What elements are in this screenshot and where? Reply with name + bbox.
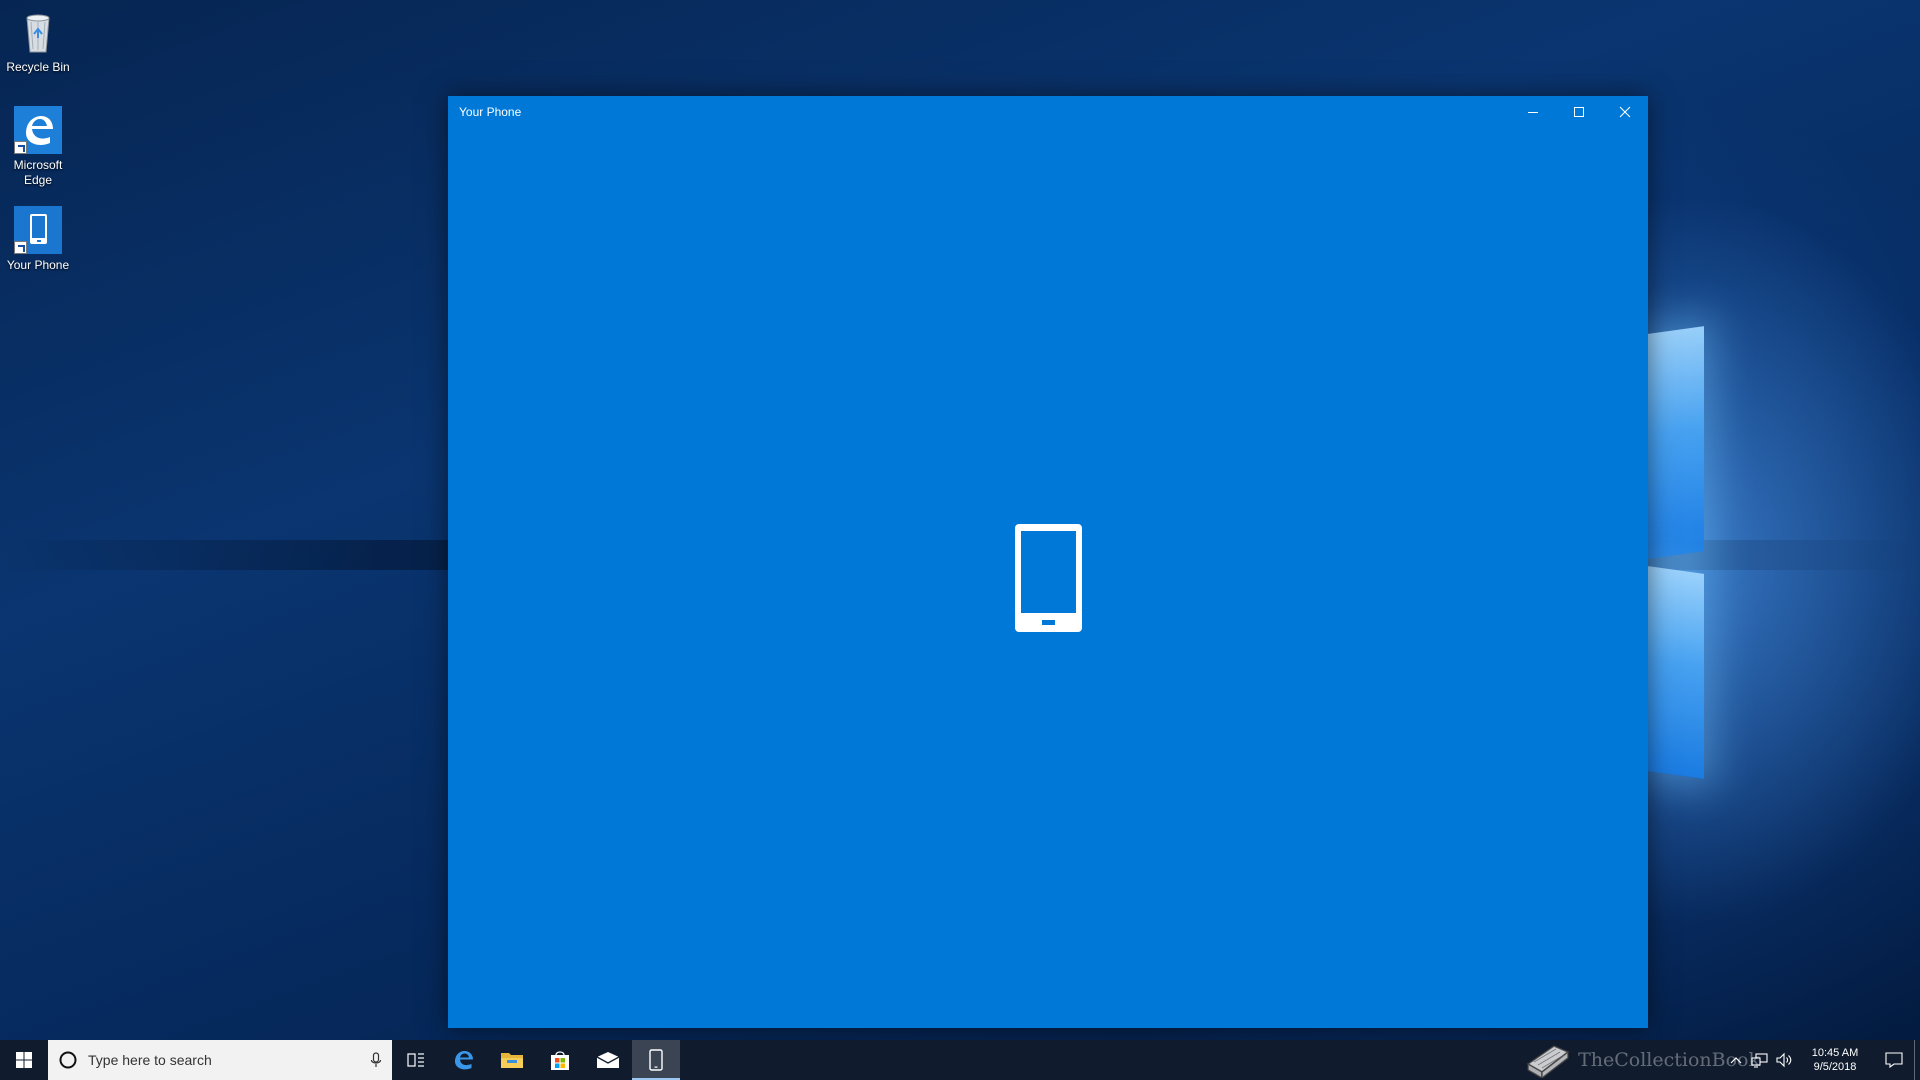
taskbar: 10:45 AM 9/5/2018 bbox=[0, 1040, 1920, 1080]
taskbar-mail-button[interactable] bbox=[584, 1040, 632, 1080]
desktop-icon-microsoft-edge[interactable]: Microsoft Edge bbox=[4, 106, 72, 188]
shortcut-arrow-icon bbox=[14, 241, 27, 254]
system-tray: 10:45 AM 9/5/2018 bbox=[1724, 1040, 1920, 1080]
wallpaper-logo-pane-top bbox=[1648, 326, 1704, 559]
volume-button[interactable] bbox=[1772, 1040, 1796, 1080]
microphone-icon bbox=[370, 1052, 382, 1067]
search-input[interactable] bbox=[78, 1040, 360, 1080]
cortana-circle-icon bbox=[59, 1051, 77, 1069]
desktop-icon-label: Microsoft Edge bbox=[13, 158, 63, 187]
start-button[interactable] bbox=[0, 1040, 48, 1080]
edge-icon bbox=[14, 106, 62, 154]
window-title: Your Phone bbox=[459, 105, 522, 119]
desktop-icon-label: Recycle Bin bbox=[6, 60, 70, 74]
network-button[interactable] bbox=[1748, 1040, 1772, 1080]
taskbar-file-explorer-button[interactable] bbox=[488, 1040, 536, 1080]
windows-logo-icon bbox=[16, 1052, 32, 1068]
file-explorer-icon bbox=[501, 1053, 523, 1068]
microphone-button[interactable] bbox=[360, 1040, 392, 1080]
taskbar-store-button[interactable] bbox=[536, 1040, 584, 1080]
notification-icon bbox=[1885, 1052, 1903, 1068]
maximize-icon bbox=[1574, 107, 1584, 117]
show-hidden-icons-button[interactable] bbox=[1724, 1040, 1748, 1080]
show-desktop-button[interactable] bbox=[1914, 1040, 1920, 1080]
taskbar-edge-button[interactable] bbox=[440, 1040, 488, 1080]
wallpaper-logo-pane-bottom bbox=[1648, 566, 1704, 779]
desktop-icon-label: Your Phone bbox=[6, 258, 70, 272]
desktop-icon-recycle-bin[interactable]: Recycle Bin bbox=[4, 8, 72, 75]
your-phone-window: Your Phone bbox=[448, 96, 1648, 1028]
store-icon bbox=[551, 1051, 569, 1070]
recycle-bin-icon bbox=[14, 8, 62, 56]
desktop-icon-your-phone[interactable]: Your Phone bbox=[4, 206, 72, 273]
taskbar-your-phone-button[interactable] bbox=[632, 1040, 680, 1080]
phone-icon bbox=[14, 206, 62, 254]
clock-time: 10:45 AM bbox=[1811, 1047, 1859, 1059]
taskbar-search-box[interactable] bbox=[48, 1040, 392, 1080]
task-view-button[interactable] bbox=[392, 1040, 440, 1080]
minimize-button[interactable] bbox=[1510, 96, 1556, 128]
mail-icon bbox=[596, 1052, 620, 1068]
task-view-icon bbox=[407, 1053, 424, 1067]
shortcut-arrow-icon bbox=[14, 141, 27, 154]
phone-icon bbox=[649, 1049, 663, 1071]
action-center-button[interactable] bbox=[1874, 1040, 1914, 1080]
phone-icon bbox=[1015, 524, 1082, 632]
speaker-icon bbox=[1776, 1052, 1792, 1068]
close-icon bbox=[1619, 106, 1631, 118]
window-titlebar[interactable]: Your Phone bbox=[448, 96, 1648, 128]
taskbar-clock[interactable]: 10:45 AM 9/5/2018 bbox=[1796, 1046, 1874, 1074]
minimize-icon bbox=[1528, 112, 1538, 113]
clock-date: 9/5/2018 bbox=[1813, 1061, 1857, 1073]
close-button[interactable] bbox=[1602, 96, 1648, 128]
edge-icon bbox=[455, 1051, 473, 1070]
chevron-up-icon bbox=[1730, 1057, 1742, 1064]
network-icon bbox=[1751, 1053, 1768, 1068]
maximize-button[interactable] bbox=[1556, 96, 1602, 128]
